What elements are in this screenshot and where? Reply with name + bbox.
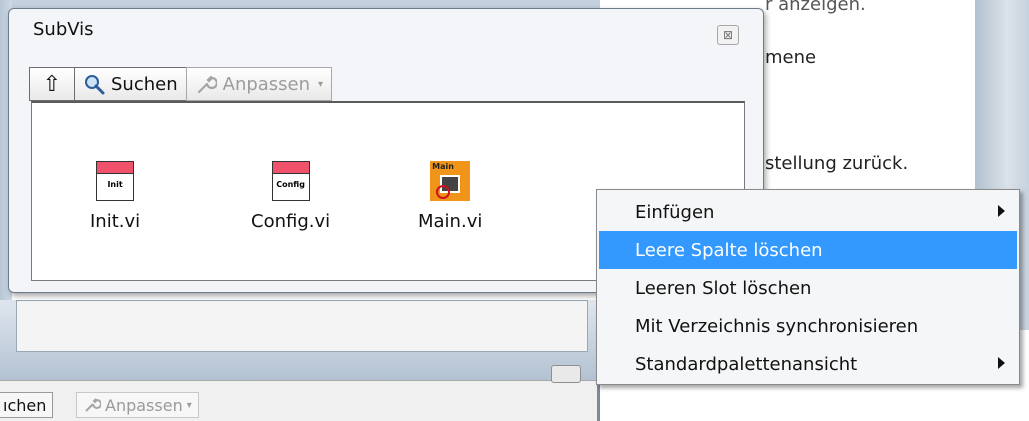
background-search-label: ıchen [3,395,47,415]
background-text-1: r anzeigen. [765,0,866,15]
menu-item-label: Standardpalettenansicht [635,353,858,375]
vi-caption: Init.vi [90,211,141,232]
vi-icon-label: Init [107,180,123,189]
up-button[interactable]: ⇧ [29,67,75,101]
vi-icon-label: Config [276,180,305,189]
vi-file-icon: Init [96,161,135,201]
background-text-2: mene [765,47,817,68]
wrench-icon [85,398,101,412]
vi-item-init[interactable]: Init Init.vi [90,161,140,232]
menu-item-standardpalettenansicht[interactable]: Standardpalettenansicht [597,345,1019,383]
submenu-arrow-icon [998,357,1005,369]
menu-item-leeren-slot-loeschen[interactable]: Leeren Slot löschen [597,269,1019,307]
context-menu: Einfügen Leere Spalte löschen Leeren Slo… [596,189,1020,385]
customize-label: Anpassen [222,73,311,95]
background-customize-label: Anpassen [105,395,183,415]
menu-item-label: Mit Verzeichnis synchronisieren [635,315,919,337]
search-button[interactable]: Suchen [74,67,187,101]
search-label: Suchen [111,73,178,95]
close-button[interactable]: ⊠ [717,25,739,45]
menu-item-mit-verzeichnis-synchronisieren[interactable]: Mit Verzeichnis synchronisieren [597,307,1019,345]
background-customize-button: Anpassen ▾ [76,392,199,418]
customize-button: Anpassen ▾ [185,67,333,101]
background-scroll-button[interactable] [551,365,581,383]
vi-file-icon: Config [271,161,310,201]
submenu-arrow-icon [998,205,1005,217]
customize-caret: ▾ [318,78,324,90]
menu-item-leere-spalte-loeschen[interactable]: Leere Spalte löschen [599,231,1017,269]
main-vi-icon: Main [430,161,471,201]
background-divider [597,380,600,421]
menu-item-label: Leeren Slot löschen [635,277,812,299]
background-search-button[interactable]: ıchen [0,392,54,418]
vi-item-config[interactable]: Config Config.vi [251,161,330,232]
window-title: SubVis [33,19,94,40]
background-inner-panel [16,300,588,352]
vi-caption: Config.vi [251,211,331,232]
up-arrow-icon: ⇧ [42,71,62,97]
menu-item-einfuegen[interactable]: Einfügen [597,193,1019,231]
wrench-icon [197,75,217,94]
close-icon: ⊠ [722,28,734,42]
vi-caption: Main.vi [418,211,483,232]
vi-icon-label: Main [432,162,454,171]
palette-toolbar: ⇧ Suchen Anpassen ▾ [29,67,333,101]
background-text-3: stellung zurück. [765,153,909,174]
menu-item-label: Leere Spalte löschen [635,239,823,261]
background-customize-caret: ▾ [186,399,192,411]
magnifier-icon [85,75,105,95]
menu-item-label: Einfügen [635,201,715,223]
vi-item-main[interactable]: Main Main.vi [418,161,482,232]
